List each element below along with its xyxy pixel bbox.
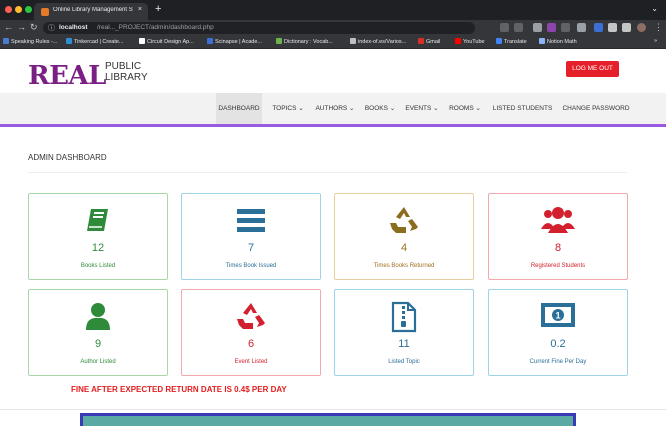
tab-title: Online Library Management Sy	[53, 7, 133, 13]
card-label: Times Books Returned	[373, 263, 435, 269]
book-icon	[87, 209, 108, 231]
card-label: Current Fine Per Day	[529, 359, 587, 365]
bookmarks-overflow-icon[interactable]: »	[654, 38, 657, 44]
card-times-book-issued[interactable]: 7 Times Book Issued	[181, 193, 321, 280]
extension-icon[interactable]	[594, 23, 603, 32]
card-label: Times Book Issued	[225, 263, 277, 269]
menu-change-password[interactable]: CHANGE PASSWORD	[560, 93, 632, 124]
logo-line-public: PUBLIC	[105, 61, 142, 72]
site-header: REAL PUBLIC LIBRARY LOG ME OUT	[0, 49, 666, 93]
reload-icon[interactable]: ↻	[30, 22, 38, 33]
menu-rooms[interactable]: ROOMS ⌄	[446, 93, 484, 124]
browser-tabbar: Online Library Management Sy × + ⌄	[0, 0, 666, 20]
card-value: 6	[247, 338, 255, 350]
card-value: 0.2	[550, 338, 566, 350]
card-value: 8	[554, 242, 562, 254]
bookmark-item[interactable]: Dictionary : Vocab...	[276, 38, 333, 45]
bookmark-item[interactable]: Translate	[496, 38, 527, 45]
card-value: 9	[94, 338, 102, 350]
forward-icon[interactable]: →	[17, 22, 26, 32]
card-current-fine-per-day[interactable]: 1 0.2 Current Fine Per Day	[488, 289, 628, 376]
logout-button[interactable]: LOG ME OUT	[566, 61, 619, 77]
file-zip-icon	[391, 301, 417, 333]
card-label: Listed Topic	[388, 359, 420, 365]
extension-icon[interactable]	[577, 23, 586, 32]
site-info-icon[interactable]: ⓘ	[48, 23, 55, 33]
window-minimize-button[interactable]	[15, 6, 22, 13]
card-label: Books Listed	[80, 263, 116, 269]
card-books-listed[interactable]: 12 Books Listed	[28, 193, 168, 280]
card-label: Author Listed	[80, 359, 116, 365]
svg-text:1: 1	[555, 311, 560, 321]
new-tab-button[interactable]: +	[155, 3, 161, 15]
bookmarks-bar: Speaking Rules -... Tinkercad | Create..…	[0, 36, 666, 49]
tab-search-icon[interactable]: ⌄	[651, 4, 658, 13]
menu-dashboard[interactable]: DASHBOARD	[216, 93, 262, 124]
url-path: /real..._PROJECT/admin/dashboard.php	[97, 24, 214, 31]
card-value: 7	[247, 242, 255, 254]
tab-close-icon[interactable]: ×	[138, 6, 142, 13]
bookmark-item[interactable]: YouTube	[455, 38, 485, 45]
bookmark-item[interactable]: Speaking Rules -...	[3, 38, 57, 45]
bookmark-item[interactable]: Scinapse | Acade...	[207, 38, 262, 45]
menu-listed-students[interactable]: LISTED STUDENTS	[490, 93, 555, 124]
window-close-button[interactable]	[5, 6, 12, 13]
fine-notice: FINE AFTER EXPECTED RETURN DATE IS 0.4$ …	[71, 385, 287, 394]
extension-icon[interactable]	[547, 23, 556, 32]
bookmark-item[interactable]: Tinkercad | Create...	[66, 38, 124, 45]
browser-tab[interactable]: Online Library Management Sy ×	[34, 3, 148, 20]
bookmark-item[interactable]: Gmail	[418, 38, 440, 45]
logo-subtitle: PUBLIC LIBRARY	[105, 61, 148, 83]
extensions-puzzle-icon[interactable]	[608, 23, 617, 32]
bookmark-star-icon[interactable]	[514, 23, 523, 32]
bookmark-item[interactable]: Circuit Design Ap...	[139, 38, 194, 45]
bookmark-item[interactable]: Notion Math	[539, 38, 577, 45]
profile-avatar[interactable]	[637, 23, 646, 32]
menu-authors[interactable]: AUTHORS ⌄	[312, 93, 358, 124]
card-value: 11	[398, 338, 410, 350]
address-bar[interactable]: ⓘ localhost /real..._PROJECT/admin/dashb…	[43, 22, 475, 34]
card-value: 12	[91, 242, 105, 254]
browser-menu-icon[interactable]: ⋮	[654, 22, 663, 33]
recycle-icon	[237, 303, 265, 329]
card-listed-topic[interactable]: 11 Listed Topic	[334, 289, 474, 376]
favicon-icon	[41, 8, 49, 16]
logo-text[interactable]: REAL	[28, 61, 106, 91]
money-icon: 1	[541, 303, 575, 327]
menu-topics[interactable]: TOPICS ⌄	[268, 93, 308, 124]
side-panel-icon[interactable]	[622, 23, 631, 32]
recycle-icon	[390, 207, 418, 233]
card-event-listed[interactable]: 6 Event Listed	[181, 289, 321, 376]
bars-icon	[237, 209, 265, 232]
browser-toolbar: ← → ↻ ⓘ localhost /real..._PROJECT/admin…	[0, 20, 666, 36]
divider	[0, 409, 666, 410]
bookmark-item[interactable]: index-of.es/Varios...	[350, 38, 406, 45]
back-icon[interactable]: ←	[4, 22, 13, 32]
user-icon	[86, 303, 110, 330]
card-times-books-returned[interactable]: 4 Times Books Returned	[334, 193, 474, 280]
card-label: Event Listed	[234, 359, 268, 365]
menu-events[interactable]: EVENTS ⌄	[403, 93, 441, 124]
extension-icon[interactable]	[533, 23, 542, 32]
url-host: localhost	[59, 24, 88, 31]
share-icon[interactable]	[500, 23, 509, 32]
window-maximize-button[interactable]	[25, 6, 32, 13]
card-label: Registered Students	[530, 263, 586, 269]
users-icon	[541, 207, 575, 233]
main-menu: DASHBOARD TOPICS ⌄ AUTHORS ⌄ BOOKS ⌄ EVE…	[0, 93, 666, 127]
card-author-listed[interactable]: 9 Author Listed	[28, 289, 168, 376]
page-title: ADMIN DASHBOARD	[28, 153, 107, 162]
divider	[28, 172, 627, 173]
extension-icon[interactable]	[561, 23, 570, 32]
menu-books[interactable]: BOOKS ⌄	[362, 93, 398, 124]
card-registered-students[interactable]: 8 Registered Students	[488, 193, 628, 280]
footer-banner	[80, 413, 576, 426]
card-value: 4	[400, 242, 408, 254]
logo-line-library: LIBRARY	[105, 72, 148, 83]
